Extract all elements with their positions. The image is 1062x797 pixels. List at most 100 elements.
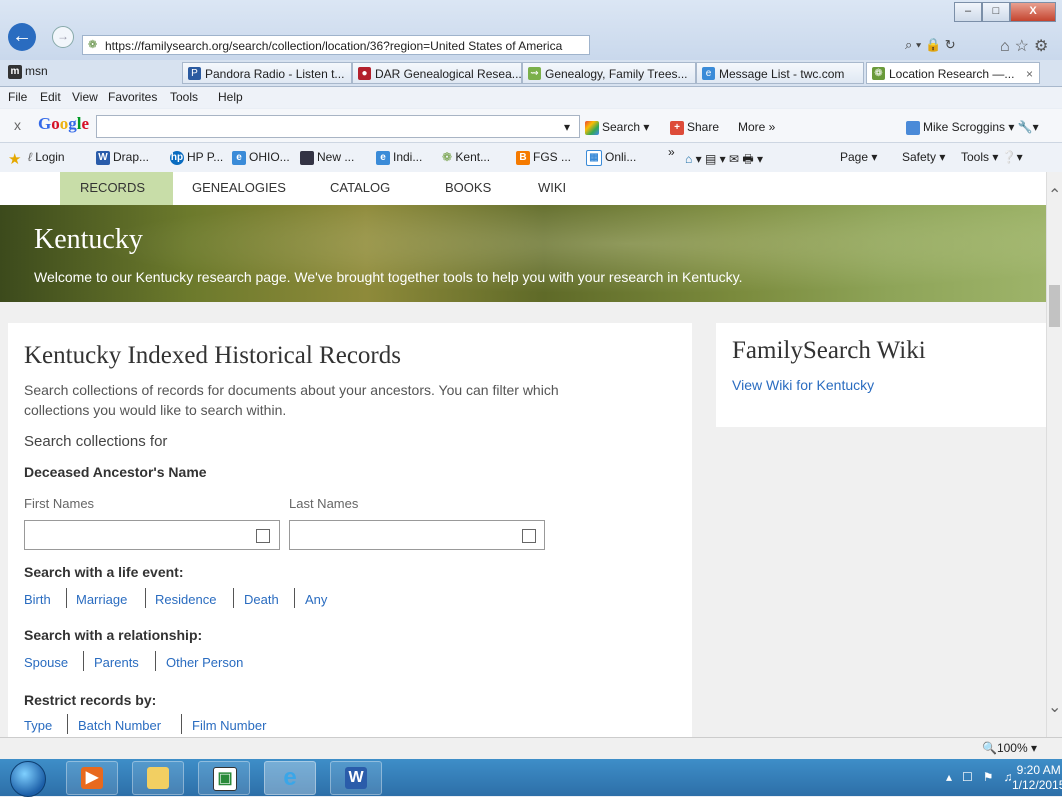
google-user-button[interactable]: Mike Scroggins ▾ 🔧▾ <box>906 120 1039 135</box>
scroll-thumb[interactable] <box>1049 285 1060 327</box>
site-favicon-icon: ❁ <box>88 39 98 51</box>
hp-icon: hp <box>170 150 184 165</box>
life-event-any[interactable]: Any <box>305 592 327 607</box>
relationship-other-person[interactable]: Other Person <box>166 655 243 670</box>
google-search-button[interactable]: Search ▾ <box>585 120 649 135</box>
restrict-batch-number[interactable]: Batch Number <box>78 718 161 733</box>
tab-label: Pandora Radio - Listen t... <box>205 67 345 81</box>
nav-catalog[interactable]: CATALOG <box>330 180 390 195</box>
restrict-film-number[interactable]: Film Number <box>192 718 266 733</box>
taskbar-internet-explorer[interactable]: e <box>264 761 316 795</box>
start-button[interactable] <box>10 761 46 797</box>
tab-label: Genealogy, Family Trees... <box>545 67 688 81</box>
taskbar-file-explorer[interactable] <box>132 761 184 795</box>
forward-button[interactable]: → <box>52 26 74 48</box>
tab-twc[interactable]: e Message List - twc.com <box>696 62 864 84</box>
safety-menu[interactable]: Safety ▾ <box>902 150 945 164</box>
fav-kent[interactable]: ❁ Kent... <box>442 150 490 164</box>
google-toolbar-close[interactable]: x <box>14 117 21 133</box>
relationship-parents[interactable]: Parents <box>94 655 139 670</box>
relationship-spouse[interactable]: Spouse <box>24 655 68 670</box>
google-dropdown-icon[interactable]: ▾ <box>564 120 570 134</box>
tab-genealogy[interactable]: ⇝ Genealogy, Family Trees... <box>522 62 696 84</box>
fav-onli[interactable]: ▦ Onli... <box>586 150 636 166</box>
help-icon[interactable]: ❔ <box>1002 150 1017 164</box>
menu-help[interactable]: Help <box>218 90 243 104</box>
google-plus-icon: + <box>670 120 684 135</box>
clock-date: 1/12/2015 <box>1012 778 1062 792</box>
home-favorites-settings-icons[interactable]: ⌂☆⚙ <box>1000 36 1053 56</box>
blogger-icon: B <box>516 150 530 165</box>
favorites-star-icon[interactable]: ★ <box>8 150 21 168</box>
taskbar-word[interactable]: W <box>330 761 382 795</box>
menu-file[interactable]: File <box>8 90 27 104</box>
tools-menu[interactable]: Tools ▾ ❔▾ <box>961 150 1023 164</box>
address-bar[interactable]: https://familysearch.org/search/collecti… <box>82 35 590 55</box>
menu-edit[interactable]: Edit <box>40 90 61 104</box>
nav-records[interactable]: RECORDS <box>80 180 145 195</box>
divider <box>83 651 84 671</box>
last-names-input[interactable] <box>289 520 545 550</box>
tab-location-research[interactable]: ❁ Location Research —... × <box>866 62 1040 84</box>
fav-new[interactable]: New ... <box>300 150 354 165</box>
word-icon: W <box>96 150 110 165</box>
fav-label: Onli... <box>605 150 637 165</box>
msn-button[interactable]: m msn <box>8 64 48 79</box>
page-scrollbar[interactable] <box>1046 172 1062 737</box>
nav-wiki[interactable]: WIKI <box>538 180 566 195</box>
clock[interactable]: 9:20 AM 1/12/2015 <box>1012 763 1062 793</box>
taskbar-media-player[interactable]: ▶ <box>66 761 118 795</box>
search-icon <box>585 120 599 135</box>
fav-fgs[interactable]: B FGS ... <box>516 150 571 165</box>
taskbar-photo-app[interactable]: ▣ <box>198 761 250 795</box>
zoom-control[interactable]: 🔍100% ▾ <box>982 741 1037 755</box>
fav-label: Login <box>35 150 65 164</box>
msn-label: msn <box>25 64 48 78</box>
last-names-label: Last Names <box>289 496 359 511</box>
hero-light <box>0 205 1046 302</box>
restrict-type[interactable]: Type <box>24 718 52 733</box>
last-names-exact-checkbox[interactable] <box>522 529 536 543</box>
tab-close-icon[interactable]: × <box>1026 63 1033 83</box>
tab-label: DAR Genealogical Resea... <box>375 67 522 81</box>
scroll-down-icon[interactable]: ⌄ <box>1048 697 1061 717</box>
google-search-input[interactable] <box>96 115 580 138</box>
command-bar-icons[interactable]: ⌂ ▾ ▤ ▾ ✉ 🖶 ▾ <box>685 150 763 171</box>
ie-page-icon: e <box>702 67 715 80</box>
fav-ohio[interactable]: e OHIO... <box>232 150 290 165</box>
first-names-input[interactable] <box>24 520 280 550</box>
minimize-button[interactable]: – <box>954 2 982 22</box>
life-event-death[interactable]: Death <box>244 592 279 607</box>
back-button[interactable]: ← <box>8 23 36 51</box>
view-wiki-link[interactable]: View Wiki for Kentucky <box>732 377 874 393</box>
relationship-label: Search with a relationship: <box>24 627 203 643</box>
fav-hp[interactable]: hp HP P... <box>170 150 223 165</box>
menu-favorites[interactable]: Favorites <box>108 90 157 104</box>
favorites-overflow[interactable]: » <box>668 145 675 159</box>
tab-dar[interactable]: ● DAR Genealogical Resea... <box>352 62 522 84</box>
menu-view[interactable]: View <box>72 90 98 104</box>
nav-books[interactable]: BOOKS <box>445 180 491 195</box>
scroll-up-icon[interactable]: ⌃ <box>1048 185 1061 205</box>
life-event-marriage[interactable]: Marriage <box>76 592 127 607</box>
fav-label: New ... <box>317 150 355 164</box>
google-more-button[interactable]: More » <box>738 120 775 134</box>
records-heading: Kentucky Indexed Historical Records <box>24 342 401 369</box>
tab-pandora[interactable]: P Pandora Radio - Listen t... <box>182 62 352 84</box>
menu-tools[interactable]: Tools <box>170 90 198 104</box>
divider <box>145 588 146 608</box>
address-tools[interactable]: ⌕ ▾ 🔒 ↻ <box>905 37 956 53</box>
fav-drap[interactable]: W Drap... <box>96 150 149 165</box>
life-event-residence[interactable]: Residence <box>155 592 216 607</box>
page-menu[interactable]: Page ▾ <box>840 150 877 164</box>
maximize-button[interactable]: □ <box>982 2 1010 22</box>
media-player-icon: ▶ <box>81 767 103 789</box>
fav-label: FGS ... <box>533 150 572 164</box>
close-button[interactable]: X <box>1010 2 1056 22</box>
life-event-birth[interactable]: Birth <box>24 592 51 607</box>
fav-login[interactable]: ℓ Login <box>28 150 65 164</box>
first-names-exact-checkbox[interactable] <box>256 529 270 543</box>
fav-indi[interactable]: e Indi... <box>376 150 422 165</box>
nav-genealogies[interactable]: GENEALOGIES <box>192 180 286 195</box>
google-share-button[interactable]: + Share <box>670 120 719 135</box>
